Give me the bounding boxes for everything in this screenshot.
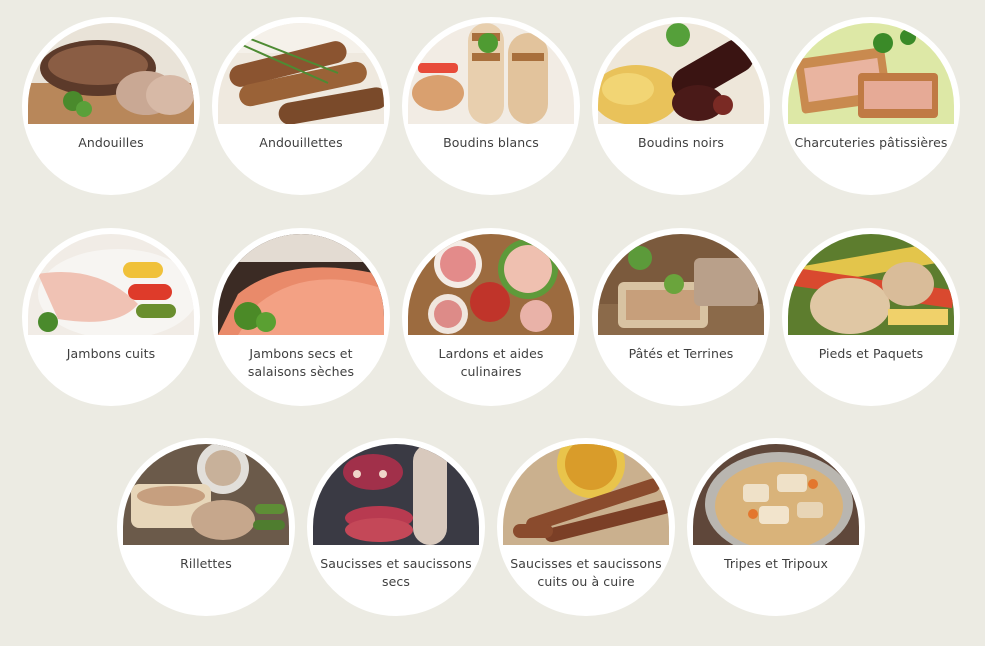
- tripes-photo: [693, 444, 859, 545]
- category-label: Andouillettes: [259, 135, 343, 150]
- category-label: Saucisses et saucissons secs: [320, 556, 472, 589]
- category-card-pates-terrines[interactable]: Pâtés et Terrines: [592, 228, 770, 406]
- cooked-ham-photo: [28, 234, 194, 335]
- category-card-tripes[interactable]: Tripes et Tripoux: [687, 438, 865, 616]
- dry-sausage-photo: [313, 444, 479, 545]
- category-label: Boudins noirs: [638, 135, 724, 150]
- category-label: Jambons secs et salaisons sèches: [247, 346, 355, 379]
- category-card-saucisses-cuits[interactable]: Saucisses et saucissons cuits ou à cuire: [497, 438, 675, 616]
- category-label: Pieds et Paquets: [818, 346, 924, 361]
- category-card-andouilles[interactable]: Andouilles: [22, 17, 200, 195]
- category-label: Pâtés et Terrines: [628, 346, 734, 361]
- pate-terrine-photo: [598, 234, 764, 335]
- category-label: Charcuteries pâtissières: [794, 135, 948, 150]
- andouillette-sausage-photo: [218, 23, 384, 124]
- dry-ham-photo: [218, 234, 384, 335]
- category-card-saucisses-secs[interactable]: Saucisses et saucissons secs: [307, 438, 485, 616]
- category-label: Jambons cuits: [66, 346, 156, 361]
- andouille-sausage-photo: [28, 23, 194, 124]
- category-label: Andouilles: [78, 135, 144, 150]
- pastry-charcuterie-photo: [788, 23, 954, 124]
- category-label: Lardons et aides culinaires: [438, 346, 544, 379]
- black-pudding-photo: [598, 23, 764, 124]
- category-card-jambons-secs[interactable]: Jambons secs et salaisons sèches: [212, 228, 390, 406]
- lardons-photo: [408, 234, 574, 335]
- category-card-pieds-paquets[interactable]: Pieds et Paquets: [782, 228, 960, 406]
- category-card-boudins-blancs[interactable]: Boudins blancs: [402, 17, 580, 195]
- pieds-paquets-photo: [788, 234, 954, 335]
- category-card-rillettes[interactable]: Rillettes: [117, 438, 295, 616]
- category-card-boudins-noirs[interactable]: Boudins noirs: [592, 17, 770, 195]
- category-grid: Andouilles Andouillettes Boudins blancs …: [0, 0, 985, 646]
- category-label: Tripes et Tripoux: [723, 556, 829, 571]
- category-label: Boudins blancs: [443, 135, 539, 150]
- category-label: Rillettes: [180, 556, 232, 571]
- cooked-sausage-photo: [503, 444, 669, 545]
- category-card-jambons-cuits[interactable]: Jambons cuits: [22, 228, 200, 406]
- category-card-charcuteries-patissieres[interactable]: Charcuteries pâtissières: [782, 17, 960, 195]
- rillettes-photo: [123, 444, 289, 545]
- category-card-lardons[interactable]: Lardons et aides culinaires: [402, 228, 580, 406]
- white-pudding-photo: [408, 23, 574, 124]
- category-label: Saucisses et saucissons cuits ou à cuire: [510, 556, 662, 589]
- category-card-andouillettes[interactable]: Andouillettes: [212, 17, 390, 195]
